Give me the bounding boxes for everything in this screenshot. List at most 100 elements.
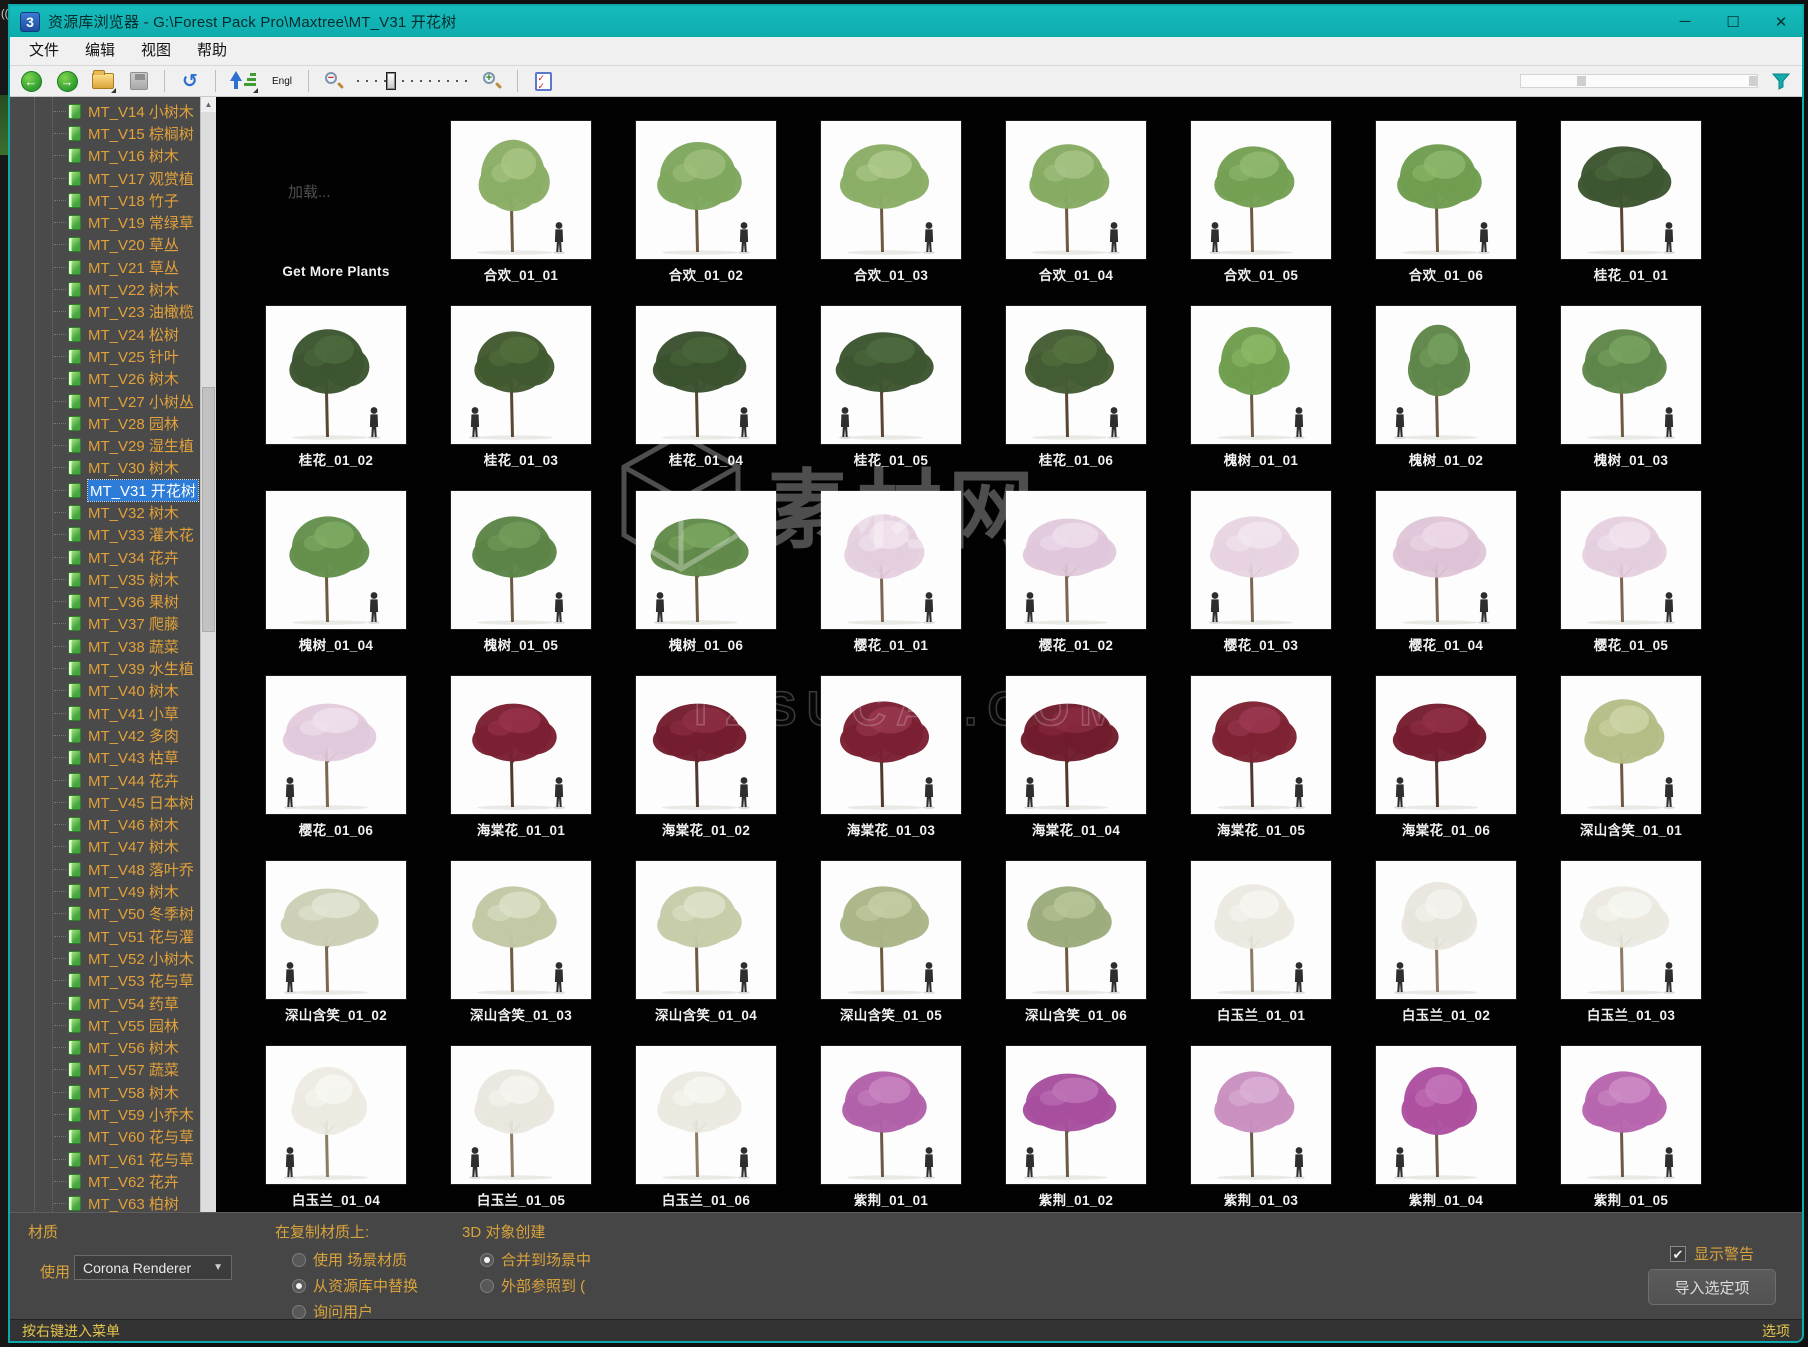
plant-thumbnail[interactable] [1376,491,1516,629]
plant-item[interactable]: 樱花_01_03 [1191,491,1331,655]
plant-thumbnail[interactable] [266,1046,406,1184]
scroll-up-arrow[interactable]: ▲ [201,97,216,112]
sidebar-item[interactable]: MT_V36 果树 [10,591,200,613]
plant-item[interactable]: 紫荆_01_02 [1006,1046,1146,1210]
plant-thumbnail[interactable] [451,1046,591,1184]
plant-item[interactable]: 槐树_01_01 [1191,306,1331,470]
sidebar-item[interactable]: MT_V24 松树 [10,323,200,345]
sort-language-label[interactable]: Engl [268,74,296,89]
scrollbar-arrow[interactable] [1749,76,1757,86]
sidebar-item[interactable]: MT_V40 树木 [10,680,200,702]
plant-thumbnail[interactable] [636,676,776,814]
sidebar-item[interactable]: MT_V59 小乔木 [10,1103,200,1125]
plant-item[interactable]: 槐树_01_04 [266,491,406,655]
plant-item[interactable]: 桂花_01_06 [1006,306,1146,470]
plant-thumbnail[interactable] [1006,861,1146,999]
plant-item[interactable]: 樱花_01_06 [266,676,406,840]
sidebar-item[interactable]: MT_V46 树木 [10,814,200,836]
sidebar-item[interactable]: MT_V42 多肉 [10,724,200,746]
sidebar-item[interactable]: MT_V45 日本树 [10,791,200,813]
menu-item[interactable]: 文件 [16,37,72,65]
sidebar-item[interactable]: MT_V21 草丛 [10,256,200,278]
refresh-button[interactable]: ↺ [177,69,203,93]
filter-button[interactable] [1768,69,1794,93]
plant-thumbnail[interactable] [1006,491,1146,629]
sidebar-item[interactable]: MT_V31 开花树 [10,478,200,502]
plant-item[interactable]: 深山含笑_01_06 [1006,861,1146,1025]
import-selected-button[interactable]: 导入选定项 [1648,1269,1776,1305]
renderer-dropdown[interactable]: Corona Renderer ▼ [74,1255,232,1280]
plant-item[interactable]: 海棠花_01_04 [1006,676,1146,840]
sidebar-item[interactable]: MT_V35 树木 [10,568,200,590]
get-more-plants-tile[interactable]: 加载... [266,121,406,259]
plant-item[interactable]: 合欢_01_06 [1376,121,1516,285]
plant-item[interactable]: 紫荆_01_05 [1561,1046,1701,1210]
sidebar-scrollbar[interactable]: ▲ [200,97,216,1212]
sidebar-item[interactable]: MT_V27 小树丛 [10,390,200,412]
sidebar-item[interactable]: MT_V41 小草 [10,702,200,724]
plant-item[interactable]: 桂花_01_01 [1561,121,1701,285]
sidebar-item[interactable]: MT_V39 水生植 [10,657,200,679]
plant-item[interactable]: 深山含笑_01_02 [266,861,406,1025]
maximize-button[interactable]: ☐ [1722,13,1744,31]
sidebar-item[interactable]: MT_V53 花与草 [10,970,200,992]
plant-item[interactable]: 白玉兰_01_03 [1561,861,1701,1025]
sidebar-item[interactable]: MT_V15 棕榈树 [10,122,200,144]
forward-button[interactable]: → [54,69,80,93]
sidebar-item[interactable]: MT_V47 树木 [10,836,200,858]
plant-thumbnail[interactable] [1376,1046,1516,1184]
plant-item[interactable]: 海棠花_01_06 [1376,676,1516,840]
plant-item[interactable]: 白玉兰_01_05 [451,1046,591,1210]
plant-item[interactable]: 槐树_01_03 [1561,306,1701,470]
sidebar-item[interactable]: MT_V43 枯草 [10,747,200,769]
plant-item[interactable]: 深山含笑_01_01 [1561,676,1701,840]
plant-thumbnail[interactable] [1191,121,1331,259]
sidebar-item[interactable]: MT_V34 花卉 [10,546,200,568]
sidebar-item[interactable]: MT_V20 草丛 [10,234,200,256]
minimize-button[interactable]: ─ [1674,13,1696,31]
plant-thumbnail[interactable] [1006,121,1146,259]
plant-item[interactable]: 白玉兰_01_01 [1191,861,1331,1025]
plant-thumbnail[interactable] [266,676,406,814]
sidebar-item[interactable]: MT_V62 花卉 [10,1170,200,1192]
plant-thumbnail[interactable] [1561,306,1701,444]
sidebar-item[interactable]: MT_V38 蔬菜 [10,635,200,657]
sidebar-item[interactable]: MT_V49 树木 [10,880,200,902]
title-bar[interactable]: 3 资源库浏览器 - G:\Forest Pack Pro\Maxtree\MT… [10,6,1802,37]
sidebar-item[interactable]: MT_V54 药草 [10,992,200,1014]
plant-thumbnail[interactable] [1191,676,1331,814]
plant-item[interactable]: 加载... Get More Plants [266,121,406,285]
plant-item[interactable]: 桂花_01_05 [821,306,961,470]
sidebar-item[interactable]: MT_V61 花与草 [10,1148,200,1170]
plant-thumbnail[interactable] [1191,1046,1331,1184]
sidebar-item[interactable]: MT_V56 树木 [10,1036,200,1058]
scrollbar-thumb[interactable] [1577,76,1586,86]
plant-thumbnail[interactable] [451,861,591,999]
sidebar-item[interactable]: MT_V37 爬藤 [10,613,200,635]
plant-thumbnail[interactable] [1376,861,1516,999]
plant-thumbnail[interactable] [451,491,591,629]
plant-thumbnail[interactable] [1561,861,1701,999]
plant-item[interactable]: 樱花_01_04 [1376,491,1516,655]
plant-thumbnail[interactable] [266,491,406,629]
plant-thumbnail[interactable] [1191,306,1331,444]
toolbar-scrollbar[interactable] [1520,74,1758,88]
plant-thumbnail[interactable] [1376,306,1516,444]
plant-item[interactable]: 白玉兰_01_02 [1376,861,1516,1025]
plant-item[interactable]: 紫荆_01_01 [821,1046,961,1210]
object-creation-radio[interactable]: 合并到场景中 [480,1249,591,1270]
sidebar-item[interactable]: MT_V44 花卉 [10,769,200,791]
plant-thumbnail[interactable] [1006,676,1146,814]
plant-thumbnail[interactable] [1191,861,1331,999]
plant-thumbnail[interactable] [821,491,961,629]
plant-thumbnail[interactable] [821,861,961,999]
menu-item[interactable]: 帮助 [184,37,240,65]
sidebar-item[interactable]: MT_V33 灌木花 [10,524,200,546]
plant-thumbnail[interactable] [636,861,776,999]
show-warnings-checkbox[interactable]: ✔ 显示警告 [1670,1243,1754,1264]
duplicate-material-radio[interactable]: 使用 场景材质 [292,1249,418,1270]
plant-item[interactable]: 桂花_01_03 [451,306,591,470]
sidebar-item[interactable]: MT_V51 花与灌 [10,925,200,947]
menu-item[interactable]: 编辑 [72,37,128,65]
sidebar-item[interactable]: MT_V58 树木 [10,1081,200,1103]
